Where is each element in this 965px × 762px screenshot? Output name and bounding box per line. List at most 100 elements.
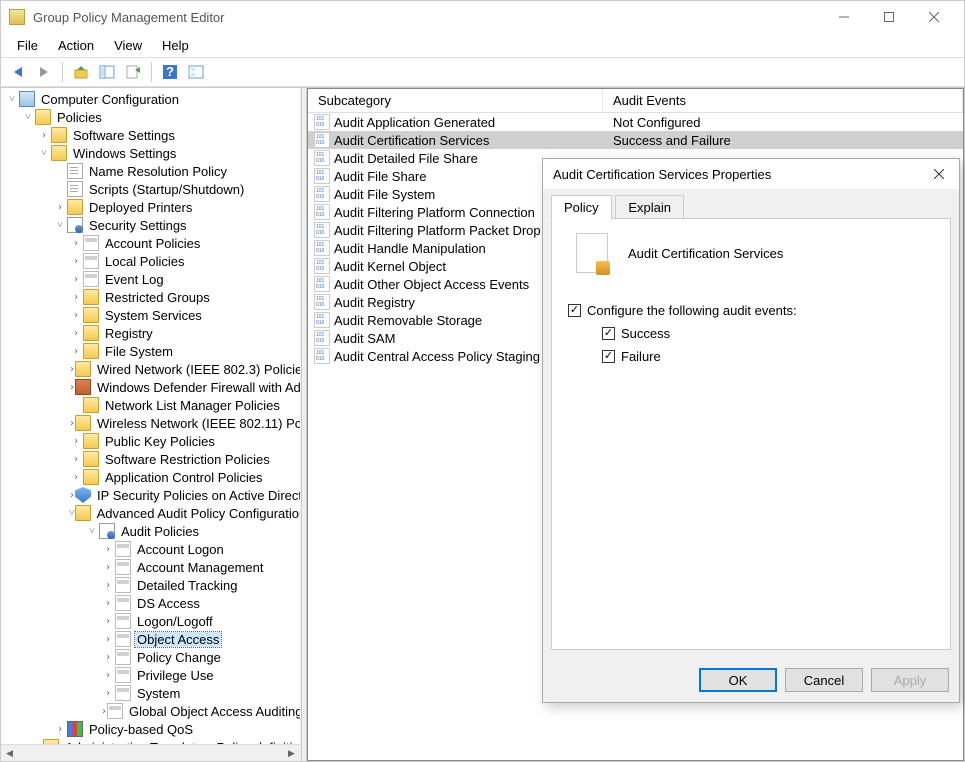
chevron-right-icon[interactable]: › [101, 616, 115, 627]
tree-item[interactable]: ›Wired Network (IEEE 802.3) Policies [1, 360, 300, 378]
filter-button[interactable] [185, 61, 207, 83]
tree-item[interactable]: Network List Manager Policies [1, 396, 300, 414]
apply-button[interactable]: Apply [871, 668, 949, 692]
titlebar: Group Policy Management Editor [1, 1, 964, 33]
chevron-right-icon[interactable]: › [69, 346, 83, 357]
scroll-left-icon[interactable]: ◀ [1, 745, 18, 762]
list-item[interactable]: Audit Application GeneratedNot Configure… [308, 113, 963, 131]
chevron-right-icon[interactable]: › [101, 634, 115, 645]
tree-item[interactable]: ›Public Key Policies [1, 432, 300, 450]
tree-item[interactable]: › Restricted Groups [1, 288, 300, 306]
chevron-down-icon[interactable]: ˅ [21, 112, 35, 123]
tree-item[interactable]: ›Deployed Printers [1, 198, 300, 216]
tree-item[interactable]: ›Application Control Policies [1, 468, 300, 486]
tree-item[interactable]: ›Software Settings [1, 126, 300, 144]
chevron-right-icon[interactable]: › [101, 580, 115, 591]
tree-item[interactable]: ›Global Object Access Auditing [1, 702, 300, 720]
chevron-right-icon[interactable]: › [53, 202, 67, 213]
menu-file[interactable]: File [7, 35, 48, 56]
tree-item[interactable]: ›System [1, 684, 300, 702]
ok-button[interactable]: OK [699, 668, 777, 692]
chevron-right-icon[interactable]: › [69, 292, 83, 303]
chevron-down-icon[interactable]: ˅ [37, 148, 51, 159]
tree-item[interactable]: ›Event Log [1, 270, 300, 288]
chevron-right-icon[interactable]: › [69, 328, 83, 339]
tree-item[interactable]: ›Policy-based QoS [1, 720, 300, 738]
chevron-right-icon[interactable]: › [101, 544, 115, 555]
horizontal-scrollbar[interactable]: ◀ ▶ [1, 744, 300, 761]
scroll-right-icon[interactable]: ▶ [283, 745, 300, 762]
column-subcategory[interactable]: Subcategory [308, 89, 603, 112]
chevron-right-icon[interactable]: › [101, 562, 115, 573]
tree-item-label: DS Access [135, 596, 202, 611]
chevron-right-icon[interactable]: › [101, 670, 115, 681]
chevron-down-icon[interactable]: ˅ [69, 508, 75, 519]
success-checkbox[interactable]: ✓ Success [602, 326, 934, 341]
tree-item[interactable]: ›Account Management [1, 558, 300, 576]
tree-item[interactable]: ›Registry [1, 324, 300, 342]
tree-item[interactable]: Scripts (Startup/Shutdown) [1, 180, 300, 198]
menu-help[interactable]: Help [152, 35, 199, 56]
configure-events-checkbox[interactable]: ✓ Configure the following audit events: [568, 303, 934, 318]
chevron-right-icon[interactable]: › [101, 652, 115, 663]
list-item[interactable]: Audit Certification ServicesSuccess and … [308, 131, 963, 149]
chevron-down-icon[interactable]: ˅ [53, 220, 67, 231]
tree-item[interactable]: ˅Audit Policies [1, 522, 300, 540]
tree-item[interactable]: ›File System [1, 342, 300, 360]
chevron-right-icon[interactable]: › [101, 598, 115, 609]
chevron-right-icon[interactable]: › [69, 256, 83, 267]
tree-item-label: Restricted Groups [103, 290, 212, 305]
tree-item[interactable]: Name Resolution Policy [1, 162, 300, 180]
menu-view[interactable]: View [104, 35, 152, 56]
tree-item[interactable]: ˅Policies [1, 108, 300, 126]
chevron-right-icon[interactable]: › [69, 436, 83, 447]
tree-item[interactable]: ›Account Logon [1, 540, 300, 558]
tree-item[interactable]: ›System Services [1, 306, 300, 324]
back-button[interactable] [7, 61, 29, 83]
tab-policy[interactable]: Policy [551, 195, 612, 220]
tree-item[interactable]: ›Privilege Use [1, 666, 300, 684]
chevron-right-icon[interactable]: › [69, 238, 83, 249]
cancel-button[interactable]: Cancel [785, 668, 863, 692]
chevron-right-icon[interactable]: › [69, 274, 83, 285]
tree-item[interactable]: ›Object Access [1, 630, 300, 648]
tree-item[interactable]: ›Detailed Tracking [1, 576, 300, 594]
tree-item[interactable]: › DS Access [1, 594, 300, 612]
chevron-right-icon[interactable]: › [69, 490, 75, 501]
up-button[interactable] [70, 61, 92, 83]
tree-item[interactable]: ›Local Policies [1, 252, 300, 270]
tab-explain[interactable]: Explain [615, 195, 684, 219]
tree-item[interactable]: ›Windows Defender Firewall with Advanced… [1, 378, 300, 396]
sub-icon [115, 667, 131, 683]
chevron-right-icon[interactable]: › [53, 724, 67, 735]
chevron-right-icon[interactable]: › [69, 454, 83, 465]
chevron-right-icon[interactable]: › [69, 310, 83, 321]
tree-view[interactable]: ˅Computer Configuration˅Policies›Softwar… [1, 88, 300, 744]
failure-checkbox[interactable]: ✓ Failure [602, 349, 934, 364]
tree-item[interactable]: ˅Security Settings [1, 216, 300, 234]
help-button[interactable]: ? [159, 61, 181, 83]
export-button[interactable] [122, 61, 144, 83]
maximize-button[interactable] [866, 1, 911, 33]
chevron-down-icon[interactable]: ˅ [85, 526, 99, 537]
column-audit-events[interactable]: Audit Events [603, 89, 963, 112]
forward-button[interactable] [33, 61, 55, 83]
menu-action[interactable]: Action [48, 35, 104, 56]
chevron-right-icon[interactable]: › [69, 472, 83, 483]
chevron-right-icon[interactable]: › [101, 688, 115, 699]
tree-item[interactable]: ˅Advanced Audit Policy Configuration [1, 504, 300, 522]
close-button[interactable] [911, 1, 956, 33]
chevron-right-icon[interactable]: › [37, 130, 51, 141]
tree-item[interactable]: ˅Computer Configuration [1, 90, 300, 108]
tree-item[interactable]: ›Account Policies [1, 234, 300, 252]
tree-item[interactable]: ›Wireless Network (IEEE 802.11) Policies [1, 414, 300, 432]
tree-item[interactable]: ›Policy Change [1, 648, 300, 666]
chevron-down-icon[interactable]: ˅ [5, 94, 19, 105]
dialog-close-button[interactable] [929, 164, 949, 184]
minimize-button[interactable] [821, 1, 866, 33]
show-hide-tree-button[interactable] [96, 61, 118, 83]
tree-item[interactable]: ›Software Restriction Policies [1, 450, 300, 468]
tree-item[interactable]: ›Logon/Logoff [1, 612, 300, 630]
tree-item[interactable]: ›IP Security Policies on Active Director… [1, 486, 300, 504]
tree-item[interactable]: ˅Windows Settings [1, 144, 300, 162]
